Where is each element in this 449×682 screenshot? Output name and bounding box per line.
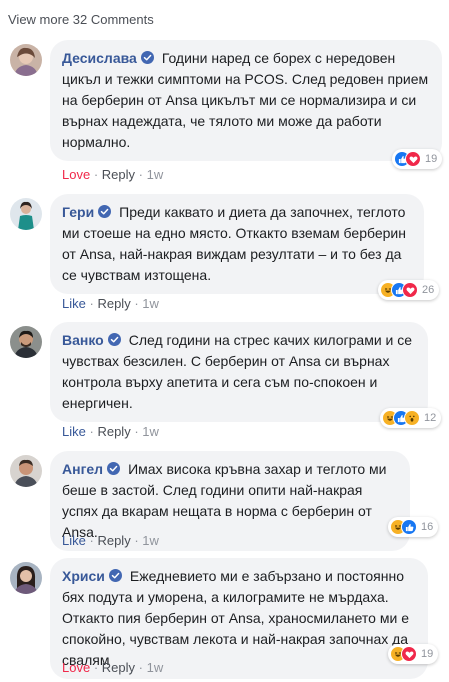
comment: Ванко След години на стрес качих килограм… — [8, 322, 444, 442]
reaction-summary[interactable]: 16 — [388, 517, 439, 537]
reaction-count: 12 — [424, 412, 437, 424]
separator: · — [134, 533, 139, 548]
reaction-summary[interactable]: 19 — [392, 149, 443, 169]
separator: · — [93, 167, 99, 182]
love-action[interactable]: Love — [62, 167, 90, 182]
separator: · — [89, 296, 94, 311]
love-icon — [402, 282, 418, 298]
verified-badge-icon — [140, 51, 154, 64]
separator: · — [89, 424, 94, 439]
like-action[interactable]: Like — [62, 533, 86, 548]
avatar[interactable] — [10, 198, 42, 230]
verified-badge-icon — [98, 205, 112, 218]
comment-timestamp[interactable]: 1w — [142, 533, 159, 548]
separator: · — [138, 660, 144, 675]
like-action[interactable]: Like — [62, 424, 86, 439]
view-more-comments-link[interactable]: View more 32 Comments — [8, 12, 154, 27]
reply-action[interactable]: Reply — [97, 533, 130, 548]
comment-timestamp[interactable]: 1w — [147, 660, 164, 675]
comment: Десислава Години наред се борех с нередов… — [8, 40, 444, 184]
commenter-name[interactable]: Ангел — [62, 461, 103, 477]
commenter-name[interactable]: Гери — [62, 204, 94, 220]
commenter-name[interactable]: Ванко — [62, 332, 104, 348]
avatar[interactable] — [10, 44, 42, 76]
separator: · — [134, 424, 139, 439]
love-icon — [405, 151, 421, 167]
separator: · — [138, 167, 144, 182]
comment-text: Ежедневието ми е забързано и постоянно б… — [62, 568, 409, 668]
comment-bubble: Гери Преди каквато и диета да започнех, т… — [50, 194, 424, 294]
reaction-count: 19 — [421, 648, 434, 660]
reply-action[interactable]: Reply — [97, 424, 130, 439]
comment-actions: Like · Reply · 1w — [62, 424, 159, 439]
avatar[interactable] — [10, 455, 42, 487]
separator: · — [93, 660, 99, 675]
comment: Хриси Ежедневието ми е забързано и постоя… — [8, 558, 444, 680]
avatar[interactable] — [10, 326, 42, 358]
comment-timestamp[interactable]: 1w — [147, 167, 164, 182]
comment-bubble: Ванко След години на стрес качих килограм… — [50, 322, 428, 422]
comment-timestamp[interactable]: 1w — [142, 424, 159, 439]
comment-actions: Love · Reply · 1w — [62, 167, 163, 182]
comment-timestamp[interactable]: 1w — [142, 296, 159, 311]
comment: Ангел Имах висока кръвна захар и теглото … — [8, 451, 444, 551]
verified-badge-icon — [107, 333, 121, 346]
like-icon — [401, 519, 417, 535]
commenter-name[interactable]: Десислава — [62, 50, 137, 66]
reply-action[interactable]: Reply — [102, 167, 135, 182]
comment-actions: Like · Reply · 1w — [62, 296, 159, 311]
separator: · — [89, 533, 94, 548]
like-action[interactable]: Like — [62, 296, 86, 311]
reaction-summary[interactable]: 19 — [388, 644, 439, 664]
comment: Гери Преди каквато и диета да започнех, т… — [8, 194, 444, 314]
comment-actions: Love · Reply · 1w — [62, 660, 163, 675]
love-action[interactable]: Love — [62, 660, 90, 675]
love-icon — [401, 646, 417, 662]
verified-badge-icon — [108, 569, 122, 582]
reaction-count: 26 — [422, 284, 435, 296]
comment-actions: Like · Reply · 1w — [62, 533, 159, 548]
avatar[interactable] — [10, 562, 42, 594]
comment-bubble: Десислава Години наред се борех с нередов… — [50, 40, 442, 161]
reaction-count: 19 — [425, 153, 438, 165]
separator: · — [134, 296, 139, 311]
reply-action[interactable]: Reply — [102, 660, 135, 675]
reaction-count: 16 — [421, 521, 434, 533]
commenter-name[interactable]: Хриси — [62, 568, 105, 584]
wow-icon — [404, 410, 420, 426]
verified-badge-icon — [107, 462, 121, 475]
comment-text: Преди каквато и диета да започнех, тегло… — [62, 204, 406, 283]
reply-action[interactable]: Reply — [97, 296, 130, 311]
reaction-summary[interactable]: 26 — [378, 280, 440, 300]
reaction-summary[interactable]: 12 — [380, 408, 442, 428]
